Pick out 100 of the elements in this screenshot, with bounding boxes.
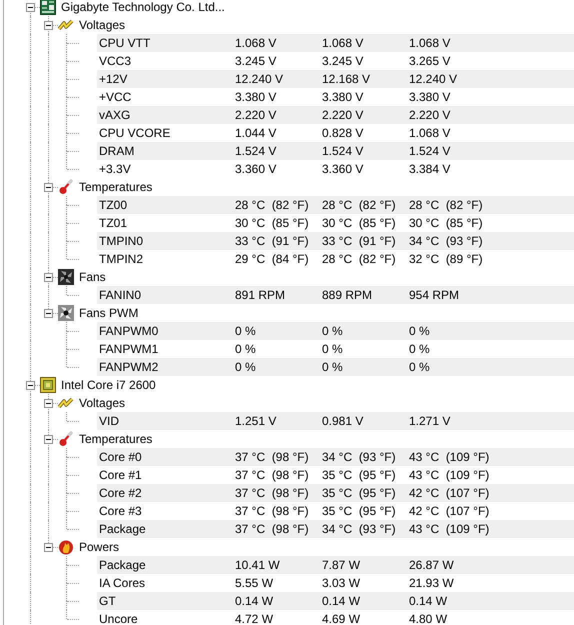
- sensor-value: 28 °C (82 °F): [235, 197, 310, 214]
- sensor-value: 3.380 V: [322, 89, 364, 106]
- sensor-value: 3.380 V: [235, 89, 278, 106]
- sensor-value: 1.524 V: [322, 143, 364, 160]
- sensor-value: 0 %: [409, 359, 431, 376]
- sensor-value: 3.384 V: [409, 161, 452, 178]
- sensor-value: 35 °C (95 °F): [322, 503, 397, 520]
- sensor-value: 28 °C (82 °F): [322, 251, 397, 268]
- sensor-value: 3.360 V: [235, 161, 278, 178]
- sensor-value: 10.41 W: [235, 557, 281, 574]
- sensor-name: GT: [98, 593, 117, 610]
- sensor-name: VCC3: [98, 53, 132, 70]
- sensor-value: 43 °C (109 °F): [409, 449, 490, 466]
- sensor-value: 12.168 V: [322, 71, 372, 88]
- thermometer-icon: [58, 179, 74, 195]
- sensor-value: 4.80 W: [409, 611, 448, 625]
- sensor-value: 0 %: [322, 323, 344, 340]
- fan-icon: [58, 305, 74, 321]
- sensor-name: TZ00: [98, 197, 128, 214]
- sensor-value: 28 °C (82 °F): [322, 197, 397, 214]
- sensor-value: 3.265 V: [409, 53, 452, 70]
- sensor-value: 33 °C (91 °F): [322, 233, 397, 250]
- sensor-value: 2.220 V: [409, 107, 452, 124]
- sensor-value: 43 °C (109 °F): [409, 521, 490, 538]
- sensor-value: 1.271 V: [409, 413, 452, 430]
- sensor-value: 3.380 V: [409, 89, 452, 106]
- sensor-name: FANIN0: [98, 287, 142, 304]
- sensor-value: 35 °C (95 °F): [322, 467, 397, 484]
- sensor-value: 37 °C (98 °F): [235, 521, 310, 538]
- sensor-value: 30 °C (85 °F): [409, 215, 484, 232]
- sensor-name: Package: [98, 521, 147, 538]
- sensor-name: TZ01: [98, 215, 128, 232]
- sensor-name: Core #0: [98, 449, 143, 466]
- group-name: Fans PWM: [79, 305, 138, 322]
- collapse-button[interactable]: [26, 381, 35, 390]
- sensor-name: Uncore: [98, 611, 139, 625]
- sensor-value: 1.068 V: [409, 125, 452, 142]
- lightning-icon: [58, 17, 74, 33]
- sensor-name: Core #2: [98, 485, 143, 502]
- sensor-value: 0.14 W: [322, 593, 362, 610]
- sensor-name: TMPIN2: [98, 251, 144, 268]
- sensor-value: 30 °C (85 °F): [235, 215, 310, 232]
- device-name: Intel Core i7 2600: [61, 377, 156, 394]
- sensor-value: 3.360 V: [322, 161, 364, 178]
- sensor-value: 0 %: [235, 323, 257, 340]
- sensor-value: 4.72 W: [235, 611, 274, 625]
- sensor-value: 3.245 V: [322, 53, 364, 70]
- sensor-value: 1.068 V: [409, 35, 452, 52]
- sensor-value: 34 °C (93 °F): [322, 449, 397, 466]
- sensor-value: 21.93 W: [409, 575, 455, 592]
- sensor-value: 1.044 V: [235, 125, 278, 142]
- sensor-name: FANPWM0: [98, 323, 160, 340]
- collapse-button[interactable]: [44, 543, 53, 552]
- sensor-value: 1.524 V: [409, 143, 452, 160]
- sensor-value: 37 °C (98 °F): [235, 449, 310, 466]
- sensor-value: 29 °C (84 °F): [235, 251, 310, 268]
- sensor-name: VID: [98, 413, 120, 430]
- sensor-value: 37 °C (98 °F): [235, 503, 310, 520]
- sensor-value: 30 °C (85 °F): [322, 215, 397, 232]
- sensor-value: 5.55 W: [235, 575, 274, 592]
- sensor-name: Package: [98, 557, 147, 574]
- collapse-button[interactable]: [44, 273, 53, 282]
- sensor-value: 32 °C (89 °F): [409, 251, 484, 268]
- sensor-name: FANPWM2: [98, 359, 160, 376]
- sensor-value: 954 RPM: [409, 287, 460, 304]
- sensor-value: 12.240 V: [235, 71, 284, 88]
- sensor-name: +VCC: [98, 89, 132, 106]
- sensor-name: CPU VTT: [98, 35, 152, 52]
- thermometer-icon: [58, 431, 74, 447]
- sensor-value: 7.87 W: [322, 557, 362, 574]
- sensor-value: 4.69 W: [322, 611, 362, 625]
- group-name: Voltages: [79, 395, 126, 412]
- sensor-value: 0 %: [322, 359, 344, 376]
- sensor-value: 0 %: [409, 323, 431, 340]
- sensor-value: 35 °C (95 °F): [322, 485, 397, 502]
- collapse-button[interactable]: [44, 435, 53, 444]
- sensor-name: FANPWM1: [98, 341, 160, 358]
- collapse-button[interactable]: [44, 399, 53, 408]
- sensor-name: vAXG: [98, 107, 132, 124]
- sensor-value: 1.524 V: [235, 143, 278, 160]
- sensor-value: 43 °C (109 °F): [409, 467, 490, 484]
- sensor-value: 33 °C (91 °F): [235, 233, 310, 250]
- group-name: Fans: [79, 269, 106, 286]
- sensor-name: IA Cores: [98, 575, 146, 592]
- collapse-button[interactable]: [44, 21, 53, 30]
- sensor-name: Core #3: [98, 503, 143, 520]
- sensor-value: 37 °C (98 °F): [235, 485, 310, 502]
- sensor-value: 1.068 V: [322, 35, 364, 52]
- collapse-button[interactable]: [44, 183, 53, 192]
- sensor-value: 0.14 W: [409, 593, 448, 610]
- sensor-name: +12V: [98, 71, 128, 88]
- lightning-icon: [58, 395, 74, 411]
- sensor-value: 3.245 V: [235, 53, 278, 70]
- sensor-value: 28 °C (82 °F): [409, 197, 484, 214]
- sensor-value: 0 %: [235, 341, 257, 358]
- collapse-button[interactable]: [26, 3, 35, 12]
- sensor-name: Core #1: [98, 467, 143, 484]
- group-name: Temperatures: [79, 179, 152, 196]
- sensor-value: 42 °C (107 °F): [409, 503, 490, 520]
- collapse-button[interactable]: [44, 309, 53, 318]
